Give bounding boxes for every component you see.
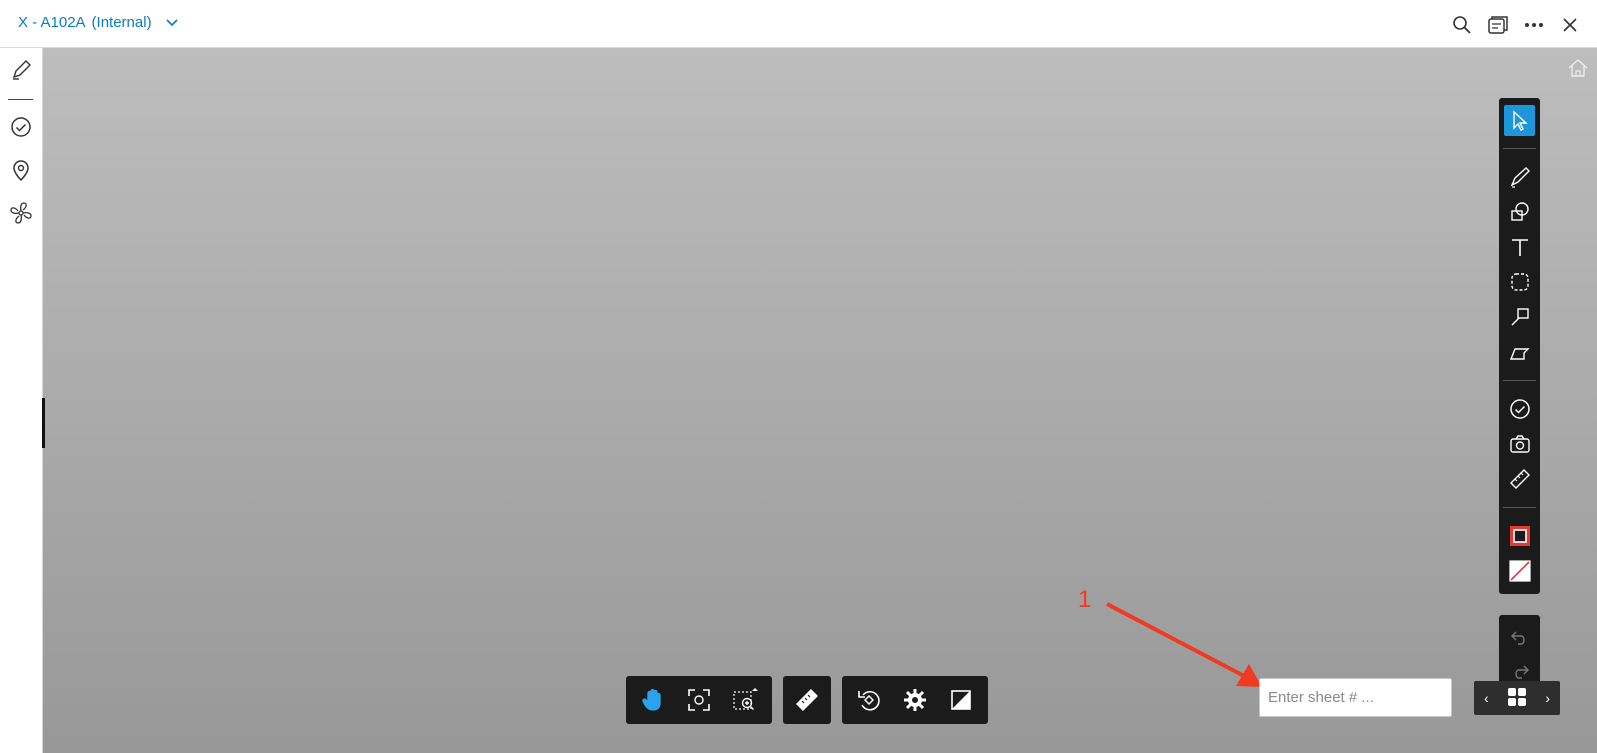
grid-view-icon[interactable]	[1507, 687, 1527, 710]
zoom-region-icon[interactable]	[722, 680, 768, 720]
more-icon[interactable]	[1521, 12, 1547, 38]
fit-view-icon[interactable]	[676, 680, 722, 720]
document-title-dropdown[interactable]: X - A102A (Internal)	[18, 14, 178, 31]
pan-icon[interactable]	[630, 680, 676, 720]
ruler-toolbar	[783, 676, 831, 724]
canvas-edge-marker	[42, 398, 45, 448]
ruler-icon[interactable]	[784, 680, 830, 720]
top-bar: X - A102A (Internal)	[0, 0, 1597, 48]
toolbar-divider	[1503, 380, 1536, 381]
toolbar-divider	[1503, 507, 1536, 508]
next-sheet-button[interactable]: ›	[1545, 690, 1550, 706]
view-toolbar	[842, 676, 988, 724]
shapes-icon[interactable]	[1504, 196, 1535, 227]
checklist-icon[interactable]	[7, 113, 35, 141]
select-icon[interactable]	[1504, 105, 1535, 136]
sheet-pager: ‹ ›	[1474, 681, 1560, 715]
layout-icon[interactable]	[1485, 12, 1511, 38]
document-subtitle: (Internal)	[91, 14, 152, 31]
fill-color-icon[interactable]	[1504, 555, 1535, 586]
drawing-canvas[interactable]	[43, 48, 1597, 753]
polygon-icon[interactable]	[1504, 336, 1535, 367]
camera-icon[interactable]	[1504, 428, 1535, 459]
toolbar-divider	[1503, 148, 1536, 149]
measure-icon[interactable]	[1504, 463, 1535, 494]
annotation-label: 1	[1078, 586, 1092, 613]
navigation-toolbar	[626, 676, 772, 724]
callout-icon[interactable]	[1504, 301, 1535, 332]
search-icon[interactable]	[1449, 12, 1475, 38]
sidebar-divider	[8, 99, 33, 100]
document-title: X - A102A	[18, 14, 86, 31]
text-icon[interactable]	[1504, 231, 1535, 262]
location-icon[interactable]	[7, 156, 35, 184]
home-icon[interactable]	[1567, 58, 1589, 83]
settings-icon[interactable]	[892, 680, 938, 720]
lasso-icon[interactable]	[1504, 266, 1535, 297]
close-icon[interactable]	[1557, 12, 1583, 38]
pen-icon[interactable]	[1504, 161, 1535, 192]
compare-icon[interactable]	[938, 680, 984, 720]
stroke-color-icon[interactable]	[1504, 520, 1535, 551]
chevron-down-icon	[166, 14, 178, 31]
markup-icon[interactable]	[7, 56, 35, 84]
markup-toolbar	[1499, 98, 1540, 594]
sheet-number-input[interactable]	[1259, 678, 1452, 717]
undo-icon[interactable]	[1504, 621, 1535, 652]
rotate-icon[interactable]	[846, 680, 892, 720]
previous-sheet-button[interactable]: ‹	[1484, 690, 1489, 706]
history-toolbar	[1499, 615, 1540, 690]
left-sidebar	[0, 48, 43, 753]
fan-icon[interactable]	[7, 199, 35, 227]
issue-icon[interactable]	[1504, 393, 1535, 424]
